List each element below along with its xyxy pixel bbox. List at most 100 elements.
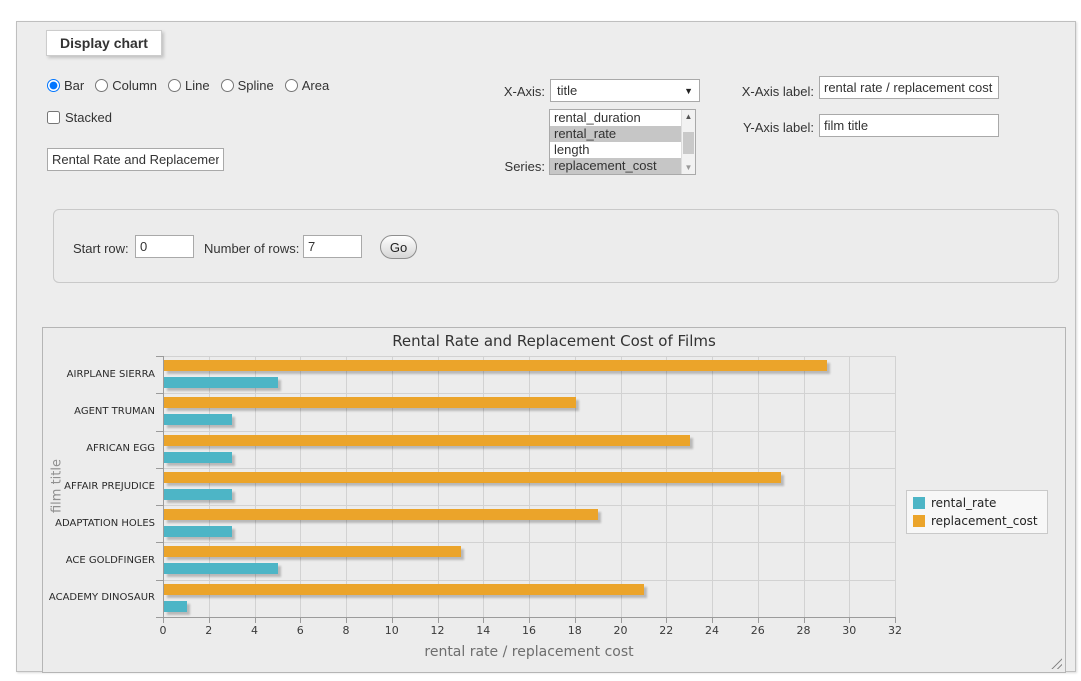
chart-type-option-line[interactable]: Line bbox=[168, 78, 210, 93]
gridline-horizontal bbox=[163, 468, 895, 469]
display-chart-panel: Display chart Bar Column Line Spline Area St… bbox=[16, 21, 1076, 672]
scrollbar-thumb[interactable] bbox=[683, 132, 694, 154]
gridline-vertical bbox=[346, 356, 347, 617]
series-option[interactable]: replacement_cost bbox=[550, 158, 681, 174]
x-tick-label: 12 bbox=[431, 624, 445, 637]
gridline-vertical bbox=[438, 356, 439, 617]
chart-type-option-label: Column bbox=[112, 78, 157, 93]
chart-type-option-label: Area bbox=[302, 78, 329, 93]
gridline-vertical bbox=[300, 356, 301, 617]
chart-type-option-area[interactable]: Area bbox=[285, 78, 329, 93]
gridline-vertical bbox=[621, 356, 622, 617]
y-tick bbox=[156, 393, 163, 394]
gridline-vertical bbox=[804, 356, 805, 617]
x-tick bbox=[666, 617, 667, 623]
gridline-vertical bbox=[575, 356, 576, 617]
gridline-vertical bbox=[209, 356, 210, 617]
series-scrollbar[interactable]: ▲ ▼ bbox=[681, 110, 695, 174]
stacked-label: Stacked bbox=[65, 110, 112, 125]
legend-item[interactable]: rental_rate bbox=[913, 496, 1038, 510]
y-axis-line bbox=[163, 356, 164, 617]
x-tick bbox=[438, 617, 439, 623]
bar-replacement_cost bbox=[164, 584, 644, 595]
chart-container: Rental Rate and Replacement Cost of Film… bbox=[42, 327, 1066, 673]
x-tick-label: 6 bbox=[297, 624, 304, 637]
gridline-vertical bbox=[666, 356, 667, 617]
x-axis-select[interactable]: title ▼ bbox=[550, 79, 700, 102]
chart-title-input[interactable] bbox=[47, 148, 224, 171]
bar-rental_rate bbox=[164, 377, 278, 388]
chart-title: Rental Rate and Replacement Cost of Film… bbox=[43, 332, 1065, 350]
series-option[interactable]: rental_rate bbox=[550, 126, 681, 142]
gridline-vertical bbox=[849, 356, 850, 617]
bar-replacement_cost bbox=[164, 360, 827, 371]
x-tick bbox=[346, 617, 347, 623]
bar-replacement_cost bbox=[164, 397, 576, 408]
x-tick bbox=[255, 617, 256, 623]
go-button[interactable]: Go bbox=[380, 235, 417, 259]
chart-type-option-column[interactable]: Column bbox=[95, 78, 157, 93]
number-of-rows-input[interactable] bbox=[303, 235, 362, 258]
x-tick-label: 0 bbox=[160, 624, 167, 637]
y-tick bbox=[156, 431, 163, 432]
chart-type-radio[interactable] bbox=[168, 79, 181, 92]
x-tick bbox=[804, 617, 805, 623]
start-row-input[interactable] bbox=[135, 235, 194, 258]
bar-rental_rate bbox=[164, 601, 187, 612]
x-tick-label: 14 bbox=[476, 624, 490, 637]
resize-grip-icon[interactable] bbox=[1051, 658, 1062, 669]
x-tick-label: 20 bbox=[614, 624, 628, 637]
series-options: rental_durationrental_ratelengthreplacem… bbox=[550, 110, 681, 174]
legend-item[interactable]: replacement_cost bbox=[913, 514, 1038, 528]
scroll-down-icon[interactable]: ▼ bbox=[682, 161, 695, 174]
chart-type-group: Bar Column Line Spline Area bbox=[47, 78, 329, 93]
x-axis-select-label: X-Axis: bbox=[472, 84, 545, 99]
x-tick-label: 8 bbox=[343, 624, 350, 637]
series-option[interactable]: length bbox=[550, 142, 681, 158]
bar-replacement_cost bbox=[164, 472, 781, 483]
x-tick-label: 28 bbox=[797, 624, 811, 637]
gridline-horizontal bbox=[163, 505, 895, 506]
series-listbox[interactable]: rental_durationrental_ratelengthreplacem… bbox=[549, 109, 696, 175]
x-tick bbox=[758, 617, 759, 623]
x-tick bbox=[483, 617, 484, 623]
x-axis-label-input[interactable] bbox=[819, 76, 999, 99]
bar-rental_rate bbox=[164, 414, 232, 425]
legend-swatch bbox=[913, 497, 925, 509]
y-tick bbox=[156, 617, 163, 618]
x-tick-label: 26 bbox=[751, 624, 765, 637]
chart-type-radio[interactable] bbox=[285, 79, 298, 92]
bar-rental_rate bbox=[164, 563, 278, 574]
x-tick bbox=[392, 617, 393, 623]
legend-label: replacement_cost bbox=[931, 514, 1038, 528]
y-tick bbox=[156, 542, 163, 543]
x-tick-label: 16 bbox=[522, 624, 536, 637]
chart-type-radio[interactable] bbox=[47, 79, 60, 92]
bar-replacement_cost bbox=[164, 435, 690, 446]
chart-y-axis-title: film title bbox=[50, 459, 65, 513]
chart-type-radio[interactable] bbox=[221, 79, 234, 92]
x-tick bbox=[712, 617, 713, 623]
chart-type-option-label: Line bbox=[185, 78, 210, 93]
gridline-horizontal bbox=[163, 580, 895, 581]
chart-type-radio[interactable] bbox=[95, 79, 108, 92]
legend-label: rental_rate bbox=[931, 496, 996, 510]
panel-legend: Display chart bbox=[46, 30, 162, 56]
category-label: AIRPLANE SIERRA bbox=[47, 369, 155, 380]
stacked-option[interactable]: Stacked bbox=[47, 110, 112, 125]
y-tick bbox=[156, 356, 163, 357]
chart-type-option-label: Spline bbox=[238, 78, 274, 93]
y-axis-label-input[interactable] bbox=[819, 114, 999, 137]
bar-replacement_cost bbox=[164, 509, 598, 520]
x-tick bbox=[209, 617, 210, 623]
bar-rental_rate bbox=[164, 526, 232, 537]
bar-replacement_cost bbox=[164, 546, 461, 557]
stacked-checkbox[interactable] bbox=[47, 111, 60, 124]
chart-type-option-bar[interactable]: Bar bbox=[47, 78, 84, 93]
scroll-up-icon[interactable]: ▲ bbox=[682, 110, 695, 123]
x-tick bbox=[895, 617, 896, 623]
series-option[interactable]: rental_duration bbox=[550, 110, 681, 126]
chart-type-option-label: Bar bbox=[64, 78, 84, 93]
chart-type-option-spline[interactable]: Spline bbox=[221, 78, 274, 93]
x-tick-label: 18 bbox=[568, 624, 582, 637]
